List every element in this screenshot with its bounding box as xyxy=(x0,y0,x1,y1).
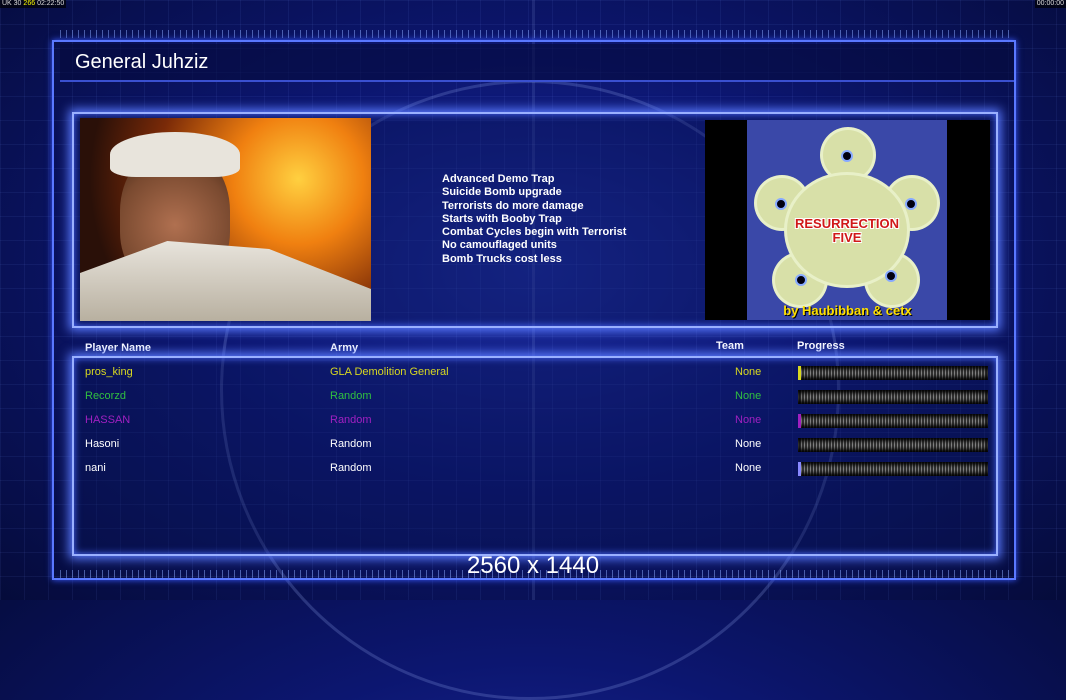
hud-time: 02:22:50 xyxy=(37,0,65,7)
top-ruler xyxy=(60,30,1010,38)
player-row: Hasoni Random None xyxy=(85,435,990,455)
progress-fill xyxy=(798,462,801,476)
progress-fill xyxy=(798,414,801,428)
player-name: pros_king xyxy=(85,366,133,378)
player-army: Random xyxy=(330,414,372,426)
header-progress: Progress xyxy=(797,340,845,352)
progress-bar xyxy=(798,414,988,428)
bonus-item: No camouflaged units xyxy=(442,239,557,252)
player-name: HASSAN xyxy=(85,414,131,426)
player-row: HASSAN Random None xyxy=(85,411,990,431)
general-bonus-list: Advanced Demo Trap Suicide Bomb upgrade … xyxy=(442,173,626,266)
bonus-item: Bomb Trucks cost less xyxy=(442,252,562,265)
player-team: None xyxy=(735,390,762,402)
general-portrait xyxy=(80,118,371,321)
bonus-item: Starts with Booby Trap xyxy=(442,212,562,225)
bonus-item: Terrorists do more damage xyxy=(442,199,584,212)
portrait-headwrap xyxy=(110,132,240,177)
player-name: Recorzd xyxy=(85,390,126,402)
map-title: RESURRECTION FIVE xyxy=(747,217,947,245)
player-team: None xyxy=(735,462,762,474)
hud-label: UK 30 xyxy=(2,0,22,7)
general-title: General Juhziz xyxy=(75,51,209,73)
map-preview: RESURRECTION FIVE by Haubibban & cetx xyxy=(705,120,990,320)
map-name-line1: RESURRECTION xyxy=(794,216,899,231)
player-row: pros_king GLA Demolition General None xyxy=(85,363,990,383)
progress-bar xyxy=(798,390,988,404)
bonus-item: Advanced Demo Trap xyxy=(442,173,555,185)
hud-highlight: 266 xyxy=(23,0,36,7)
header-team: Team xyxy=(716,340,744,352)
header-army: Army xyxy=(330,342,359,354)
player-list-panel xyxy=(72,356,998,556)
player-army: Random xyxy=(330,390,372,402)
resolution-label: 2560 x 1440 xyxy=(466,552,600,579)
progress-bar xyxy=(798,366,988,380)
bonus-item: Suicide Bomb upgrade xyxy=(442,186,562,199)
player-army: Random xyxy=(330,438,372,450)
player-army: Random xyxy=(330,462,372,474)
hud-clock-right: 00:00:00 xyxy=(1034,0,1066,8)
progress-fill xyxy=(798,366,801,380)
map-author: by Haubibban & cetx xyxy=(783,303,912,318)
map-name-line2: FIVE xyxy=(832,230,862,245)
header-player-name: Player Name xyxy=(85,342,152,354)
player-name: nani xyxy=(85,462,106,474)
progress-bar xyxy=(798,438,988,452)
progress-bar xyxy=(798,462,988,476)
player-team: None xyxy=(735,414,762,426)
bonus-item: Combat Cycles begin with Terrorist xyxy=(442,226,627,239)
map-image: RESURRECTION FIVE xyxy=(747,120,947,320)
hud-status-left: UK 30 266 02:22:50 xyxy=(0,0,67,8)
player-row: nani Random None xyxy=(85,459,990,479)
player-name: Hasoni xyxy=(85,438,120,450)
player-team: None xyxy=(735,438,762,450)
player-army: GLA Demolition General xyxy=(330,366,449,378)
player-team: None xyxy=(735,366,762,378)
player-row: Recorzd Random None xyxy=(85,387,990,407)
